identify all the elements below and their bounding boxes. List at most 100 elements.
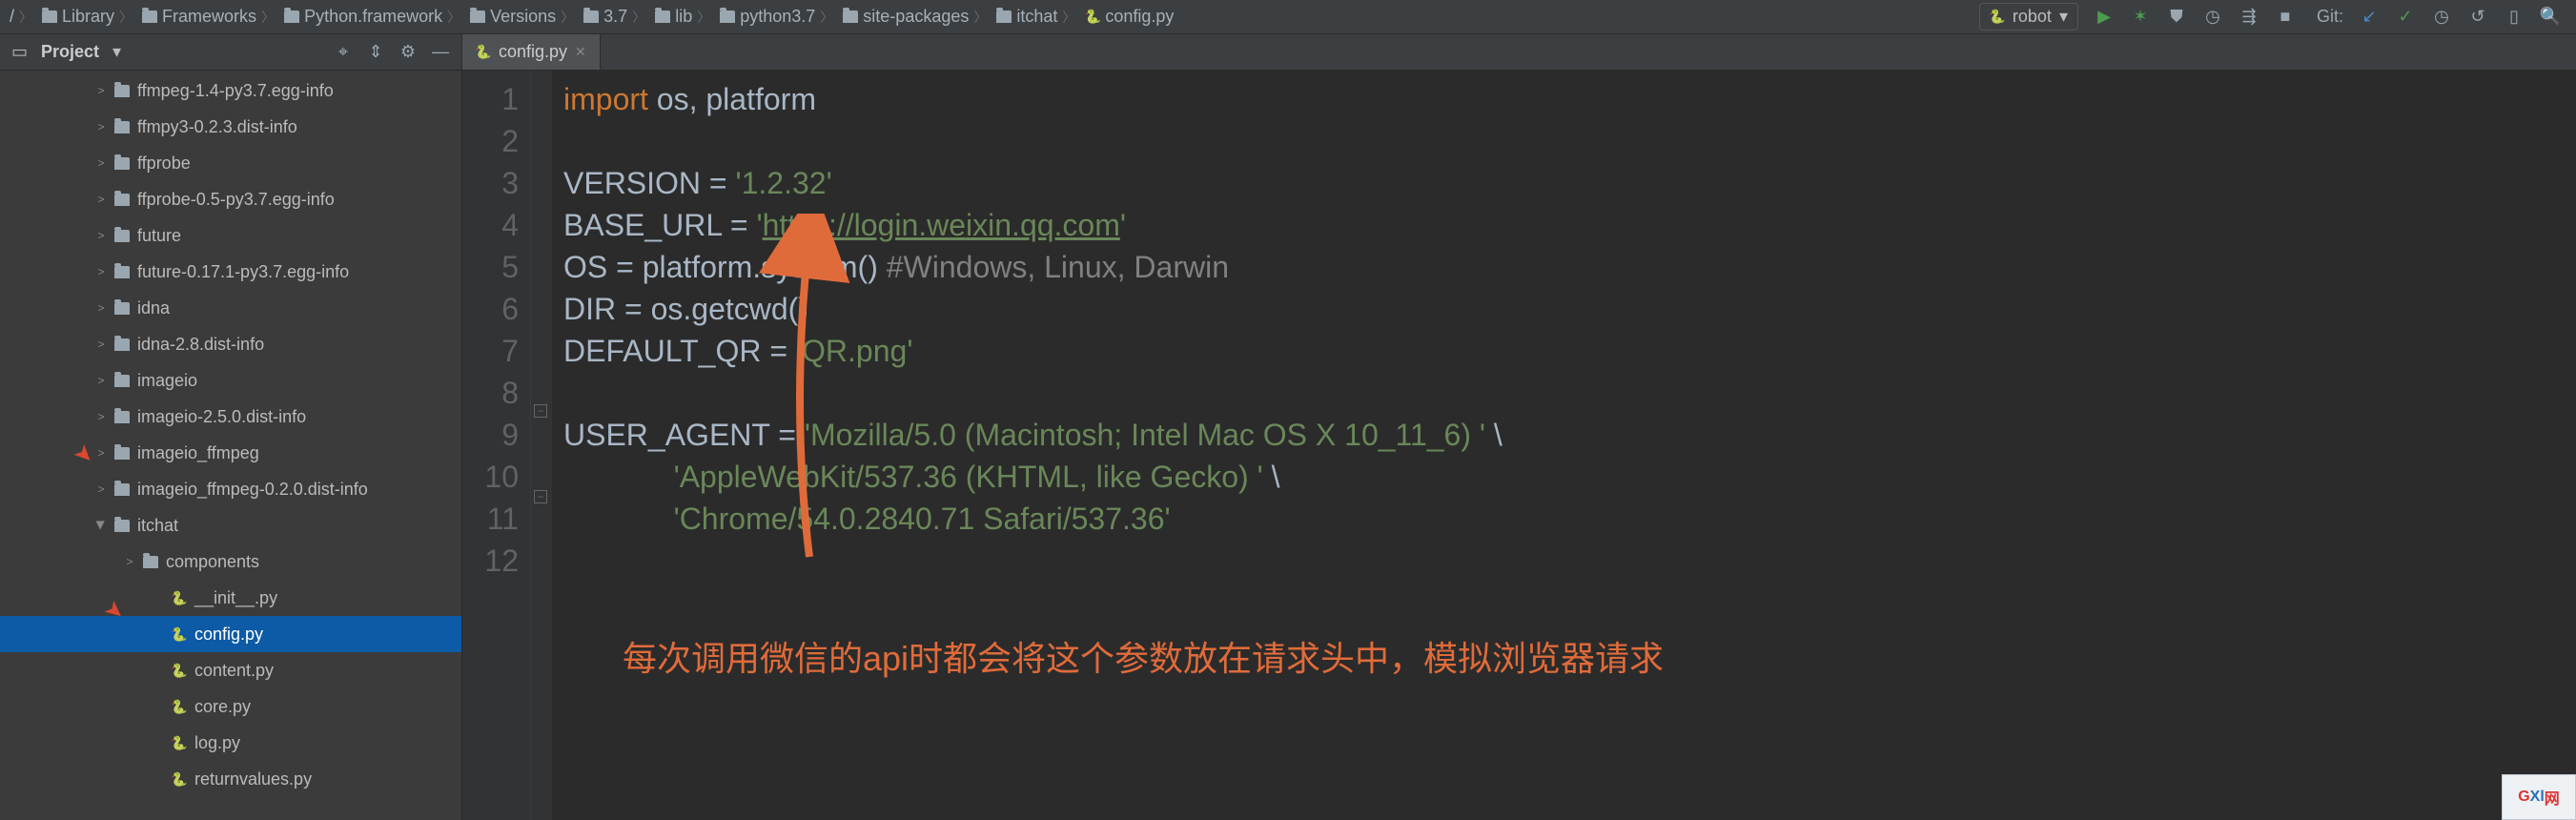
line-number: 5 bbox=[462, 246, 519, 288]
run-config-selector[interactable]: 🐍 robot ▾ bbox=[1979, 3, 2078, 31]
secondary-toolbar: ▭ Project ▾ ⌖ ⇕ ⚙ — 🐍 config.py ✕ bbox=[0, 34, 2576, 71]
git-revert-button[interactable]: ↺ bbox=[2467, 7, 2488, 28]
breadcrumb-root[interactable]: /〉 bbox=[6, 5, 36, 29]
expand-arrow-icon[interactable]: ▶ bbox=[94, 520, 108, 531]
breadcrumb-item[interactable]: Versions〉 bbox=[466, 5, 578, 29]
folder-icon bbox=[114, 121, 130, 133]
git-update-button[interactable]: ↙ bbox=[2359, 7, 2380, 28]
tree-item[interactable]: 🐍content.py bbox=[0, 652, 461, 688]
tree-item[interactable]: > ffprobe-0.5-py3.7.egg-info bbox=[0, 181, 461, 217]
expand-arrow-icon[interactable]: > bbox=[124, 555, 135, 568]
tree-item[interactable]: > ffmpeg-1.4-py3.7.egg-info bbox=[0, 72, 461, 109]
debug-button[interactable]: ✶ bbox=[2130, 7, 2151, 28]
coverage-button[interactable]: ⛊ bbox=[2166, 7, 2187, 28]
project-tree[interactable]: > ffmpeg-1.4-py3.7.egg-info > ffmpy3-0.2.3.… bbox=[0, 71, 462, 820]
tree-item[interactable]: 🐍__init__.py bbox=[0, 580, 461, 616]
select-opened-file-button[interactable]: ⌖ bbox=[334, 43, 353, 62]
profile-button[interactable]: ◷ bbox=[2202, 7, 2223, 28]
tree-item[interactable]: >components bbox=[0, 543, 461, 580]
hide-panel-button[interactable]: — bbox=[431, 43, 450, 62]
project-panel-title[interactable]: Project bbox=[41, 42, 99, 62]
tree-item[interactable]: >ffprobe bbox=[0, 145, 461, 181]
breadcrumb-item[interactable]: Library〉 bbox=[38, 5, 136, 29]
folder-icon bbox=[42, 10, 57, 23]
expand-arrow-icon[interactable]: > bbox=[95, 120, 107, 133]
tree-item-label: imageio_ffmpeg bbox=[137, 443, 259, 463]
expand-arrow-icon[interactable]: > bbox=[95, 338, 107, 351]
expand-arrow-icon[interactable]: > bbox=[95, 265, 107, 278]
expand-all-button[interactable]: ⇕ bbox=[366, 43, 385, 62]
breadcrumb: /〉 Library〉 Frameworks〉 Python.framework… bbox=[6, 5, 1979, 29]
tree-item[interactable]: >imageio_ffmpeg-0.2.0.dist-info bbox=[0, 471, 461, 507]
folder-icon bbox=[143, 556, 158, 568]
line-number: 11 bbox=[462, 498, 519, 540]
folder-icon bbox=[114, 520, 130, 532]
tree-item[interactable]: >future-0.17.1-py3.7.egg-info bbox=[0, 254, 461, 290]
tree-item[interactable]: >imageio-2.5.0.dist-info bbox=[0, 399, 461, 435]
editor[interactable]: 123456789101112 − − import os, platform … bbox=[462, 71, 2576, 820]
line-number: 3 bbox=[462, 162, 519, 204]
tree-item[interactable]: > imageio bbox=[0, 362, 461, 399]
fold-handle[interactable]: − bbox=[534, 404, 547, 418]
tree-item-label: idna-2.8.dist-info bbox=[137, 335, 264, 355]
tree-item[interactable]: 🐍returnvalues.py bbox=[0, 761, 461, 797]
breadcrumb-item[interactable]: 🐍config.py bbox=[1081, 5, 1177, 29]
tree-item-label: ffmpeg-1.4-py3.7.egg-info bbox=[137, 81, 334, 101]
expand-arrow-icon[interactable]: > bbox=[95, 301, 107, 315]
line-number: 4 bbox=[462, 204, 519, 246]
code-area[interactable]: import os, platform VERSION = '1.2.32' B… bbox=[552, 71, 2576, 820]
gutter: 123456789101112 bbox=[462, 71, 531, 820]
tree-item-label: imageio bbox=[137, 371, 197, 391]
breadcrumb-item[interactable]: Python.framework〉 bbox=[280, 5, 464, 29]
run-button[interactable]: ▶ bbox=[2094, 7, 2115, 28]
expand-arrow-icon[interactable]: > bbox=[95, 156, 107, 170]
tree-item-label: idna bbox=[137, 298, 170, 318]
editor-tab[interactable]: 🐍 config.py ✕ bbox=[462, 34, 601, 70]
python-file-icon: 🐍 bbox=[172, 590, 187, 605]
folder-icon bbox=[114, 411, 130, 423]
project-panel-icon[interactable]: ▭ bbox=[11, 42, 28, 62]
tree-item-label: core.py bbox=[194, 697, 251, 717]
breadcrumb-item[interactable]: site-packages〉 bbox=[839, 5, 991, 29]
tree-item[interactable]: ▶itchat bbox=[0, 507, 461, 543]
expand-arrow-icon[interactable]: > bbox=[95, 84, 107, 97]
breadcrumb-item[interactable]: lib〉 bbox=[651, 5, 714, 29]
fold-handle[interactable]: − bbox=[534, 490, 547, 503]
expand-arrow-icon[interactable]: > bbox=[95, 482, 107, 496]
tree-item-label: ffprobe-0.5-py3.7.egg-info bbox=[137, 190, 335, 210]
annotation-text: 每次调用微信的api时都会将这个参数放在请求头中，模拟浏览器请求 bbox=[623, 638, 1664, 680]
breadcrumb-item[interactable]: itchat〉 bbox=[992, 5, 1079, 29]
stop-button[interactable]: ■ bbox=[2275, 7, 2296, 28]
tree-item[interactable]: >imageio_ffmpeg bbox=[0, 435, 461, 471]
tree-item[interactable]: 🐍core.py bbox=[0, 688, 461, 725]
git-commit-button[interactable]: ✓ bbox=[2395, 7, 2416, 28]
breadcrumb-item[interactable]: Frameworks〉 bbox=[138, 5, 278, 29]
tree-item[interactable]: 🐍log.py bbox=[0, 725, 461, 761]
tree-item[interactable]: > idna-2.8.dist-info bbox=[0, 326, 461, 362]
expand-arrow-icon[interactable]: > bbox=[95, 374, 107, 387]
python-file-icon: 🐍 bbox=[172, 626, 187, 642]
divider-icon: ▯ bbox=[2504, 7, 2525, 28]
main-area: > ffmpeg-1.4-py3.7.egg-info > ffmpy3-0.2.3.… bbox=[0, 71, 2576, 820]
python-file-icon: 🐍 bbox=[476, 45, 491, 60]
folder-icon bbox=[114, 302, 130, 315]
folder-icon bbox=[114, 266, 130, 278]
line-number: 2 bbox=[462, 120, 519, 162]
git-history-button[interactable]: ◷ bbox=[2431, 7, 2452, 28]
chevron-down-icon[interactable]: ▾ bbox=[112, 42, 121, 62]
tree-item-label: ffmpy3-0.2.3.dist-info bbox=[137, 117, 297, 137]
line-number: 6 bbox=[462, 288, 519, 330]
breadcrumb-item[interactable]: 3.7〉 bbox=[580, 5, 649, 29]
tree-item[interactable]: 🐍config.py bbox=[0, 616, 461, 652]
search-button[interactable]: 🔍 bbox=[2540, 7, 2561, 28]
breadcrumb-item[interactable]: python3.7〉 bbox=[716, 5, 837, 29]
tree-item[interactable]: > ffmpy3-0.2.3.dist-info bbox=[0, 109, 461, 145]
expand-arrow-icon[interactable]: > bbox=[95, 410, 107, 423]
expand-arrow-icon[interactable]: > bbox=[95, 193, 107, 206]
attach-button[interactable]: ⇶ bbox=[2239, 7, 2259, 28]
tree-item[interactable]: > idna bbox=[0, 290, 461, 326]
expand-arrow-icon[interactable]: > bbox=[95, 229, 107, 242]
tree-item[interactable]: >future bbox=[0, 217, 461, 254]
close-icon[interactable]: ✕ bbox=[575, 44, 586, 60]
gear-icon[interactable]: ⚙ bbox=[399, 43, 418, 62]
